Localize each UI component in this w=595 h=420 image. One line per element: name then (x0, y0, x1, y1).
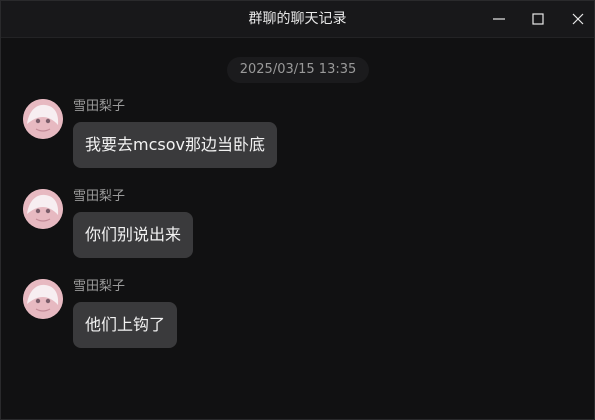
message-bubble[interactable]: 我要去mcsov那边当卧底 (73, 122, 277, 168)
message-item: 雪田梨子 他们上钩了 (1, 279, 594, 359)
sender-name: 雪田梨子 (73, 189, 126, 204)
avatar[interactable] (23, 99, 63, 139)
avatar-image (23, 189, 63, 229)
avatar[interactable] (23, 189, 63, 229)
chat-history-window: 群聊的聊天记录 2025/03/15 13:35 雪田梨子 我要去mcsov那边… (0, 0, 595, 420)
maximize-icon (532, 13, 544, 25)
avatar-image (23, 279, 63, 319)
minimize-icon (493, 18, 505, 20)
close-icon (572, 13, 584, 25)
minimize-button[interactable] (487, 8, 511, 30)
message-bubble[interactable]: 你们别说出来 (73, 212, 194, 258)
maximize-button[interactable] (526, 8, 550, 30)
message-item: 雪田梨子 你们别说出来 (1, 189, 594, 269)
sender-name: 雪田梨子 (73, 279, 126, 294)
message-item: 雪田梨子 我要去mcsov那边当卧底 (1, 99, 594, 179)
title-bar: 群聊的聊天记录 (1, 1, 594, 38)
sender-name: 雪田梨子 (73, 99, 126, 114)
avatar[interactable] (23, 279, 63, 319)
timestamp-divider: 2025/03/15 13:35 (227, 57, 369, 83)
avatar-image (23, 99, 63, 139)
close-button[interactable] (566, 8, 590, 30)
message-bubble[interactable]: 他们上钩了 (73, 302, 178, 348)
